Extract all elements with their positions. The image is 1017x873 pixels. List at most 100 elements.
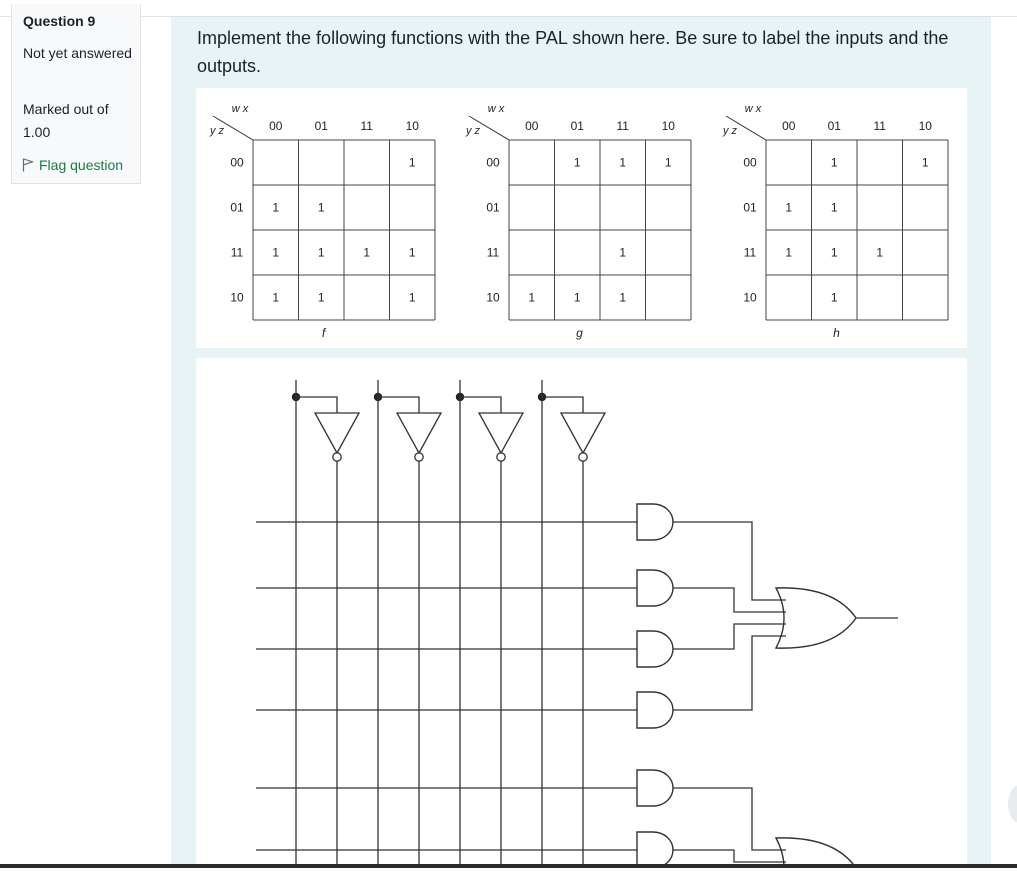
kmap-function-name: g (576, 326, 583, 340)
kmap-cell-value: 1 (619, 156, 626, 170)
kmap-cell-value: 1 (922, 156, 929, 170)
kmap-cell-value: 1 (363, 246, 370, 260)
kmap-col-label: 00 (525, 119, 539, 133)
kmap-function-name: h (833, 326, 840, 340)
kmap-cell-value: 1 (831, 291, 838, 305)
pal-or-array (673, 521, 898, 873)
flag-question-label: Flag question (39, 157, 124, 173)
and-gate (636, 503, 674, 541)
bottom-edge (0, 864, 1017, 868)
kmap-col-label: 01 (315, 119, 329, 133)
kmap-cell-value: 1 (665, 156, 672, 170)
kmap-row-label: 00 (486, 156, 500, 170)
kmap-row-label: 01 (486, 201, 500, 215)
kmap-col-var: w x (745, 103, 762, 115)
question-grade: Marked out of 1.00 (23, 101, 109, 140)
pal-diagram (196, 358, 967, 873)
or-gate (774, 587, 857, 649)
kmap-row-label: 11 (487, 246, 500, 260)
kmap-cell-value: 1 (409, 291, 416, 305)
kmap-function-name: f (322, 326, 327, 340)
kmap-row-label: 01 (230, 201, 244, 215)
kmap-col-label: 01 (571, 119, 585, 133)
kmap-cell-value: 1 (574, 291, 581, 305)
inverter-bubble (496, 452, 506, 462)
kmap-cell-value: 1 (785, 201, 792, 215)
kmap-col-label: 11 (874, 119, 887, 133)
kmap-row-var: y z (465, 125, 481, 137)
kmap-row-var: y z (722, 125, 738, 137)
inverter-gate (395, 412, 443, 455)
kmap-row-label: 11 (231, 246, 244, 260)
kmap-f: w xy z 00 01 11 100001111011 11 1 1 11 1 1f (209, 103, 436, 340)
kmap-cell-value: 1 (831, 156, 838, 170)
inverter-branch (460, 396, 502, 413)
kmap-col-var: w x (232, 103, 249, 115)
flag-question-link[interactable]: Flag question (22, 157, 123, 173)
pal-and-array (256, 503, 674, 869)
kmap-cell-value: 1 (318, 291, 325, 305)
kmap-row-label: 10 (486, 291, 500, 305)
scroll-button[interactable] (1008, 785, 1017, 823)
kmap-row-label: 10 (743, 291, 757, 305)
kmap-cell-value: 1 (272, 291, 279, 305)
kmap-row-label: 01 (743, 201, 757, 215)
kmap-cell-value: 1 (272, 246, 279, 260)
kmap-row-label: 00 (743, 156, 757, 170)
kmap-cell-value: 1 (831, 246, 838, 260)
inverter-branch (542, 396, 584, 413)
kmap-col-label: 11 (361, 119, 374, 133)
kmap-col-label: 00 (269, 119, 283, 133)
question-info-panel: Question 9 Not yet answered Marked out o… (11, 4, 141, 184)
kmap-cell-value: 1 (528, 291, 535, 305)
inverter-bubble (332, 452, 342, 462)
kmap-cell-value: 1 (619, 246, 626, 260)
inverter-branch (296, 396, 338, 413)
kmap-g: w xy z 00 01 11 10000111101 1 111 1 1g (465, 103, 692, 340)
kmap-cell-value: 1 (272, 201, 279, 215)
kmap-cell-value: 1 (318, 201, 325, 215)
kmap-row-label: 11 (744, 246, 757, 260)
kmap-col-label: 10 (919, 119, 933, 133)
and-gate (636, 691, 674, 729)
kmap-cell-value: 1 (318, 246, 325, 260)
kmap-row-var: y z (209, 125, 225, 137)
pal-diagram-svg (256, 380, 898, 873)
kmap-cell-value: 1 (409, 246, 416, 260)
pal-input-columns (291, 380, 607, 868)
and-gate (636, 831, 674, 869)
question-state: Not yet answered (23, 45, 132, 61)
and-gate (636, 630, 674, 668)
kmap-cell-value: 1 (785, 246, 792, 260)
kmap-col-label: 11 (617, 119, 630, 133)
kmap-cell-value: 1 (619, 291, 626, 305)
and-to-or-wire (673, 635, 786, 711)
and-gate (636, 769, 674, 807)
kmap-cell-value: 1 (409, 156, 416, 170)
and-to-or-wire (673, 849, 786, 863)
question-number: Question 9 (23, 13, 96, 29)
kmap-col-label: 10 (406, 119, 420, 133)
kmap-cell-value: 1 (876, 246, 883, 260)
kmap-cell-value: 1 (574, 156, 581, 170)
kmap-cell-value: 1 (831, 201, 838, 215)
kmap-col-label: 00 (782, 119, 796, 133)
karnaugh-maps-svg: w xy z 00 01 11 100001111011 11 1 1 11 1 1fw xy z0… (209, 103, 949, 340)
karnaugh-maps-figure: w xy z 00 01 11 10 00 01 11 10 1 1 1 1 1 1 1 1 1 1 f w xy z0… (196, 88, 967, 348)
and-gate (636, 569, 674, 607)
kmap-col-label: 01 (828, 119, 842, 133)
inverter-bubble (578, 452, 588, 462)
inverter-gate (477, 412, 525, 455)
kmap-row-label: 00 (230, 156, 244, 170)
kmap-col-label: 10 (662, 119, 676, 133)
question-text: Implement the following functions with t… (197, 28, 949, 76)
kmap-h: w xy z 00 01 11 10000111101 11 11 1 11h (722, 103, 949, 340)
flag-icon (22, 158, 34, 172)
inverter-branch (378, 396, 420, 413)
inverter-gate (313, 412, 361, 455)
and-to-or-wire (673, 787, 786, 851)
kmap-col-var: w x (488, 103, 505, 115)
inverter-gate (559, 412, 607, 455)
kmap-row-label: 10 (230, 291, 244, 305)
inverter-bubble (414, 452, 424, 462)
